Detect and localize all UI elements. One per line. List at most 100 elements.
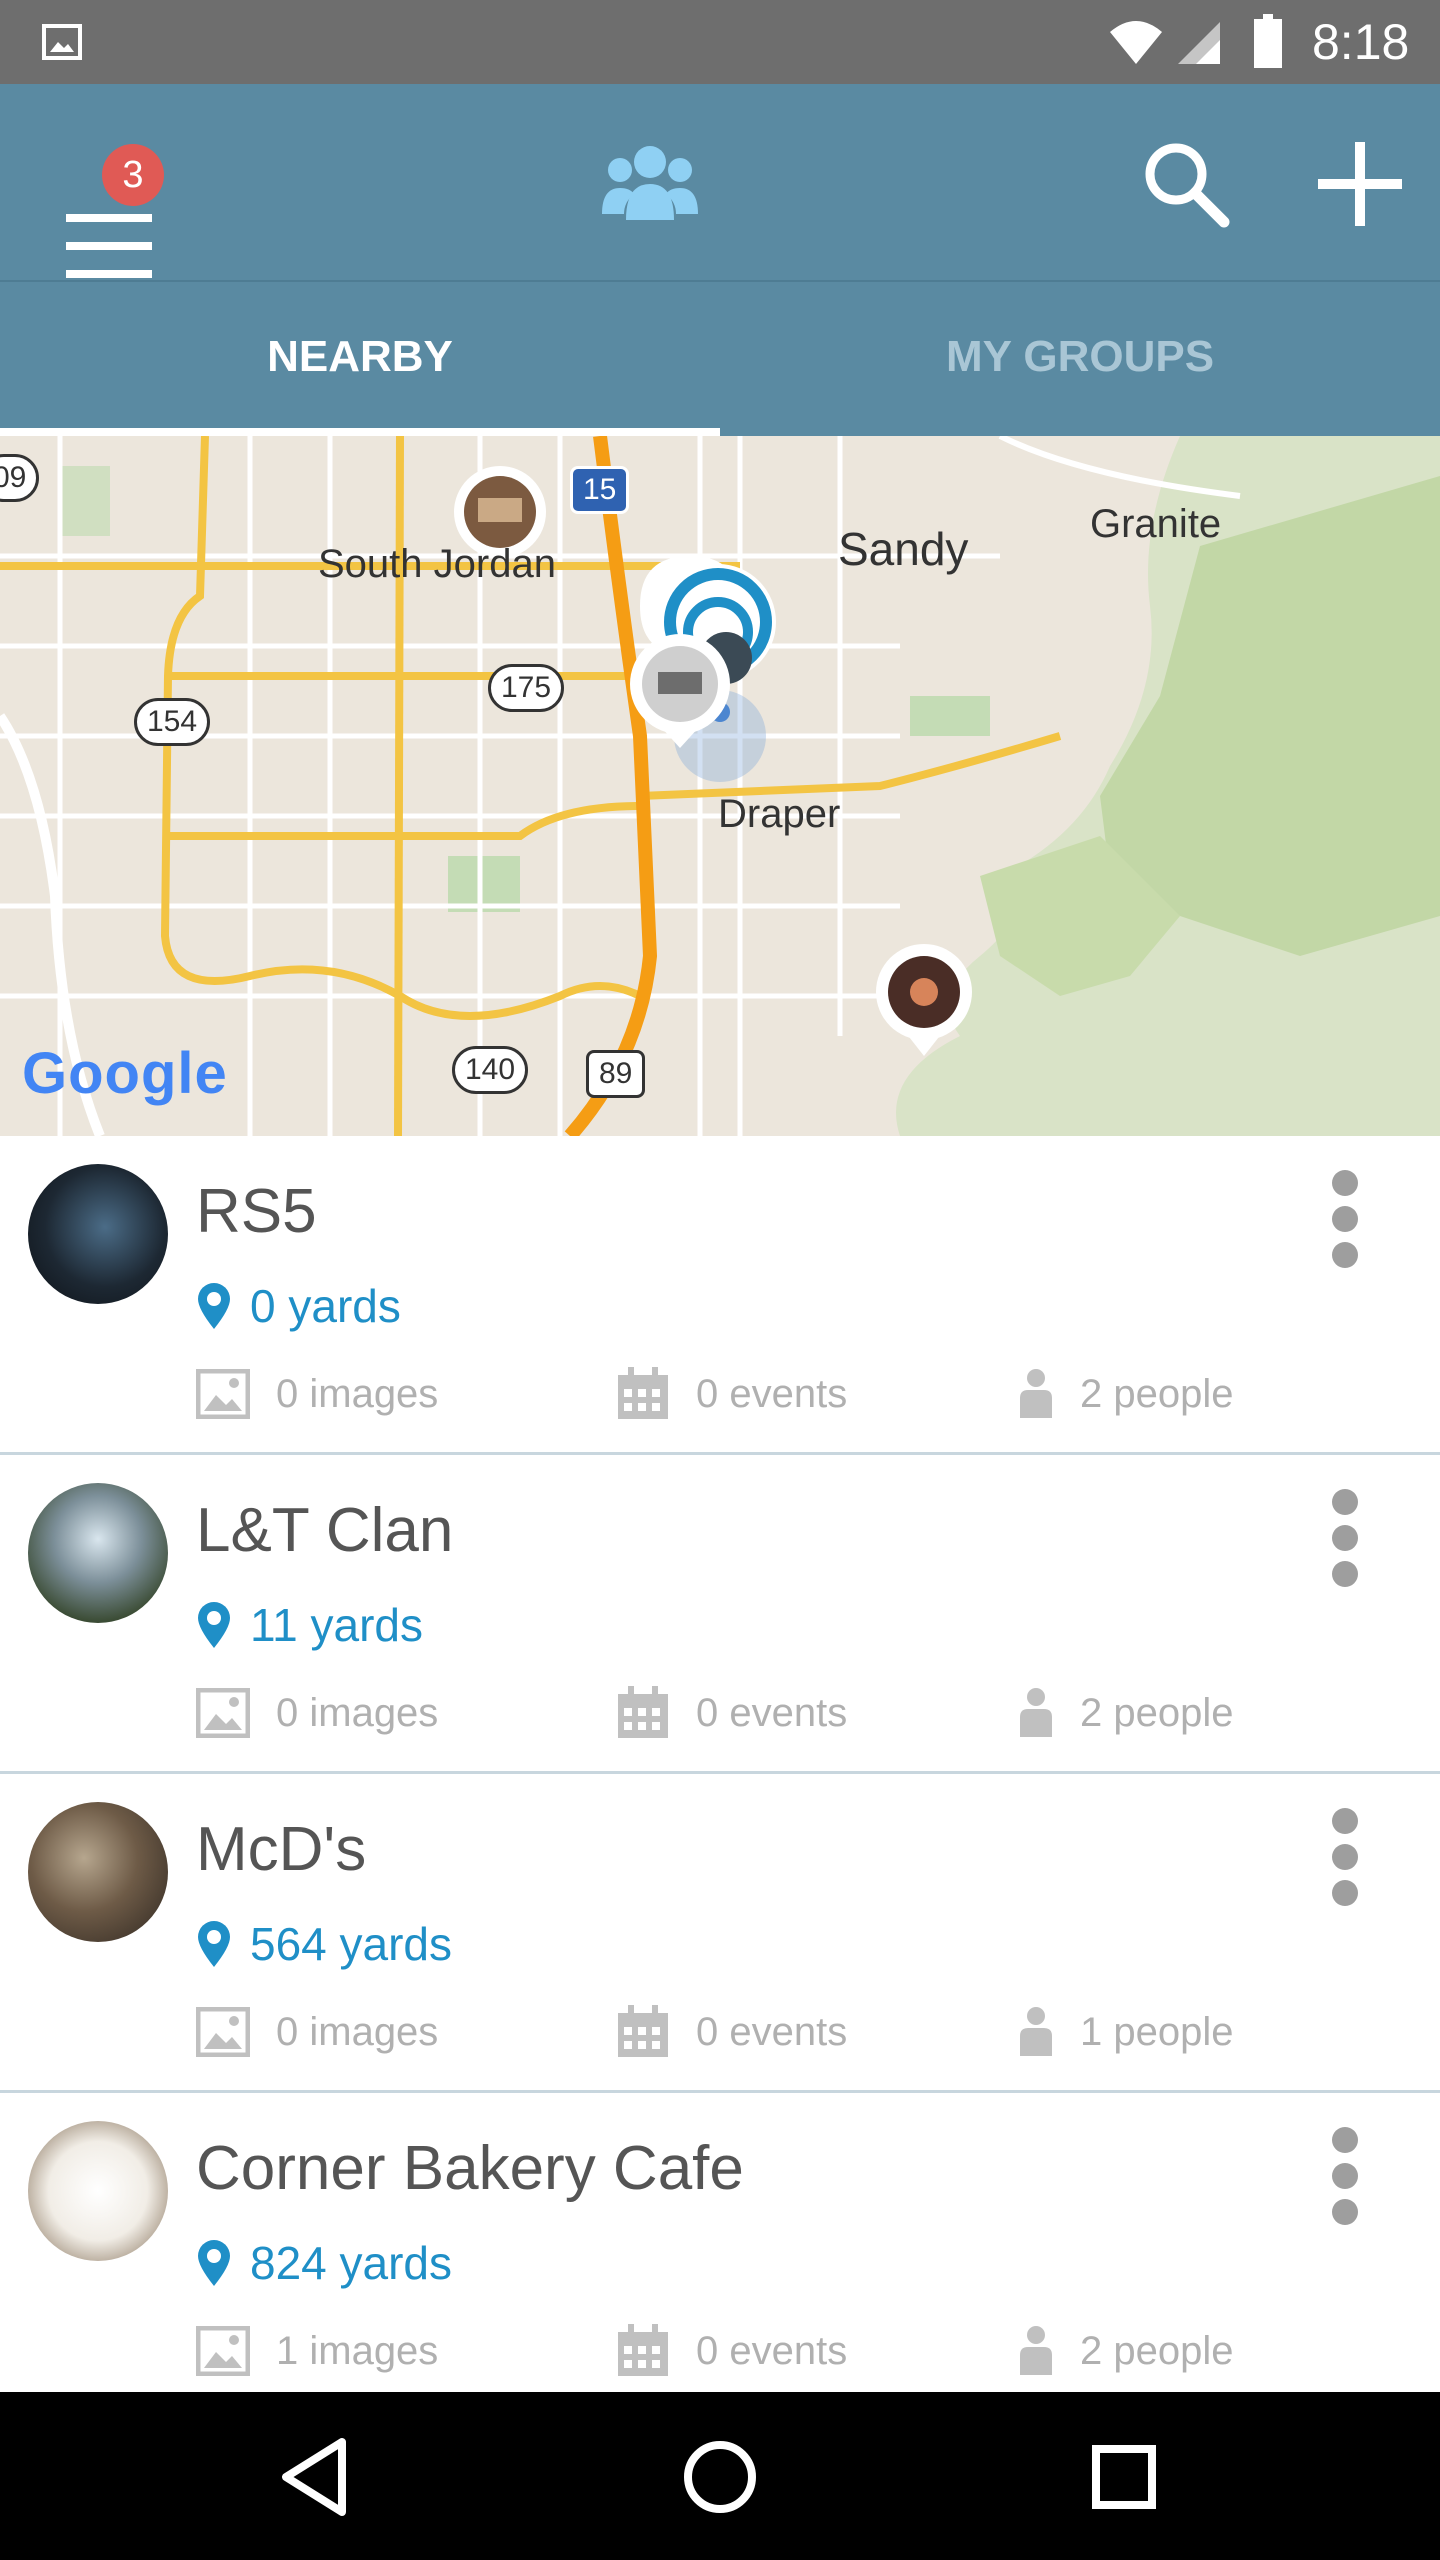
map-view[interactable]: South Jordan Sandy Granite Draper 15 175… xyxy=(0,436,1440,1136)
wifi-icon xyxy=(1110,21,1162,64)
route-shield: 15 xyxy=(570,466,630,514)
map-place-label: South Jordan xyxy=(318,542,556,586)
route-shield: 89 xyxy=(586,1050,646,1098)
people-count: 1 people xyxy=(1080,2009,1234,2054)
tab-bar: NEARBY MY GROUPS xyxy=(0,280,1440,438)
more-options-icon[interactable] xyxy=(1318,2121,1372,2231)
menu-button[interactable]: 3 xyxy=(60,144,164,278)
image-icon xyxy=(196,1369,250,1419)
images-stat: 1 images xyxy=(196,2321,438,2381)
location-pin-icon xyxy=(198,1283,230,1329)
person-icon xyxy=(1020,1369,1052,1418)
list-item[interactable]: RS5 0 yards 0 images 0 events 2 people xyxy=(0,1136,1440,1455)
calendar-icon xyxy=(618,1686,668,1738)
system-nav-bar xyxy=(0,2392,1440,2560)
battery-icon xyxy=(1254,14,1282,68)
stats-row: 1 images 0 events 2 people xyxy=(196,2321,1296,2381)
map-place-label: Draper xyxy=(718,792,841,836)
add-icon[interactable] xyxy=(1310,134,1410,234)
people-stat: 1 people xyxy=(1018,2002,1233,2062)
status-time: 8:18 xyxy=(1312,14,1410,70)
person-icon xyxy=(1020,2326,1052,2375)
group-name: McD's xyxy=(196,1815,367,1884)
image-icon xyxy=(196,2007,250,2057)
person-icon xyxy=(1020,1688,1052,1737)
map-background xyxy=(0,436,1440,1136)
group-name: RS5 xyxy=(196,1177,317,1246)
home-icon[interactable] xyxy=(660,2422,780,2532)
avatar xyxy=(28,1483,168,1623)
distance: 824 yards xyxy=(196,2233,452,2293)
calendar-icon xyxy=(618,2005,668,2057)
google-logo: Google xyxy=(22,1041,228,1106)
distance: 0 yards xyxy=(196,1276,401,1336)
people-stat: 2 people xyxy=(1018,2321,1233,2381)
recents-icon[interactable] xyxy=(1064,2422,1184,2532)
avatar xyxy=(28,2121,168,2261)
route-shield: 175 xyxy=(488,664,565,712)
tab-my-groups[interactable]: MY GROUPS xyxy=(720,282,1440,438)
distance: 11 yards xyxy=(196,1595,423,1655)
more-options-icon[interactable] xyxy=(1318,1164,1372,1274)
events-count: 0 events xyxy=(696,2328,848,2373)
group-name: Corner Bakery Cafe xyxy=(196,2134,744,2203)
app-bar: 3 xyxy=(0,84,1440,280)
menu-icon xyxy=(66,214,152,278)
distance-value: 0 yards xyxy=(250,1280,401,1332)
events-stat: 0 events xyxy=(616,1683,847,1743)
groups-icon[interactable] xyxy=(600,142,700,222)
stats-row: 0 images 0 events 1 people xyxy=(196,2002,1296,2062)
events-count: 0 events xyxy=(696,1371,848,1416)
more-options-icon[interactable] xyxy=(1318,1483,1372,1593)
notification-badge: 3 xyxy=(102,144,164,206)
avatar xyxy=(28,1164,168,1304)
distance-value: 11 yards xyxy=(250,1599,424,1651)
back-icon[interactable] xyxy=(256,2422,376,2532)
tab-nearby[interactable]: NEARBY xyxy=(0,282,720,438)
images-count: 0 images xyxy=(276,2009,439,2054)
more-options-icon[interactable] xyxy=(1318,1802,1372,1912)
events-stat: 0 events xyxy=(616,2321,847,2381)
images-count: 1 images xyxy=(276,2328,439,2373)
images-count: 0 images xyxy=(276,1371,439,1416)
image-icon xyxy=(196,2326,250,2376)
list-item[interactable]: McD's 564 yards 0 images 0 events 1 peop… xyxy=(0,1774,1440,2093)
search-icon[interactable] xyxy=(1140,138,1230,228)
image-icon xyxy=(42,24,82,60)
events-stat: 0 events xyxy=(616,1364,847,1424)
people-stat: 2 people xyxy=(1018,1683,1233,1743)
route-shield: 154 xyxy=(134,698,211,746)
group-name: L&T Clan xyxy=(196,1496,454,1565)
people-count: 2 people xyxy=(1080,1371,1234,1416)
calendar-icon xyxy=(618,1367,668,1419)
stats-row: 0 images 0 events 2 people xyxy=(196,1364,1296,1424)
image-icon xyxy=(196,1688,250,1738)
distance-value: 824 yards xyxy=(250,2237,453,2289)
people-count: 2 people xyxy=(1080,2328,1234,2373)
people-stat: 2 people xyxy=(1018,1364,1233,1424)
stats-row: 0 images 0 events 2 people xyxy=(196,1683,1296,1743)
route-shield: 140 xyxy=(452,1046,529,1094)
list-item[interactable]: Corner Bakery Cafe 824 yards 1 images 0 … xyxy=(0,2093,1440,2395)
distance: 564 yards xyxy=(196,1914,452,1974)
images-stat: 0 images xyxy=(196,1364,438,1424)
events-count: 0 events xyxy=(696,1690,848,1735)
people-count: 2 people xyxy=(1080,1690,1234,1735)
images-count: 0 images xyxy=(276,1690,439,1735)
signal-icon xyxy=(1178,22,1220,64)
location-pin-icon xyxy=(198,1602,230,1648)
distance-value: 564 yards xyxy=(250,1918,453,1970)
location-pin-icon xyxy=(198,1921,230,1967)
map-place-label: Granite xyxy=(1090,502,1222,546)
list-item[interactable]: L&T Clan 11 yards 0 images 0 events 2 pe… xyxy=(0,1455,1440,1774)
location-pin-icon xyxy=(198,2240,230,2286)
calendar-icon xyxy=(618,2324,668,2376)
status-bar: 8:18 xyxy=(0,0,1440,84)
group-list: RS5 0 yards 0 images 0 events 2 people L… xyxy=(0,1136,1440,2395)
events-stat: 0 events xyxy=(616,2002,847,2062)
person-icon xyxy=(1020,2007,1052,2056)
avatar xyxy=(28,1802,168,1942)
images-stat: 0 images xyxy=(196,1683,438,1743)
images-stat: 0 images xyxy=(196,2002,438,2062)
events-count: 0 events xyxy=(696,2009,848,2054)
